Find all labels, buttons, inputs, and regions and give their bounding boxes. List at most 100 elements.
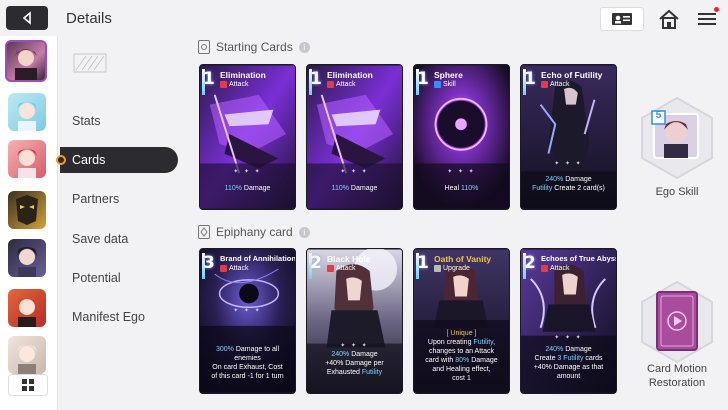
attack-type-icon [327,81,334,88]
epiphany-card-header: Epiphany card i [198,225,310,239]
card-description: 110% Damage [310,184,399,193]
card-description: Heal 110% [417,184,506,193]
starting-card[interactable]: 1 Elimination Attack ✦ ✦ ✦ 110% Damage [306,64,403,210]
nav-item-potential[interactable]: Potential [60,265,178,291]
attack-type-icon [220,81,227,88]
nav-label: Partners [72,192,120,206]
card-deck-icon [198,40,210,54]
nav-item-partners[interactable]: Partners [60,186,178,212]
card-description: 110% Damage [203,184,292,193]
ego-skill-hex-frame[interactable] [640,96,714,180]
desc-line: changes to an Attack [429,348,494,355]
desc-text: Damage [241,185,271,192]
card-type-label: Attack [550,81,570,88]
starting-card[interactable]: 1 Elimination Attack ✦ ✦ ✦ 110% Damage [199,64,296,210]
nav-item-manifest-ego[interactable]: Manifest Ego [60,304,178,330]
card-type: Attack [541,81,569,88]
epiphany-icon [198,225,210,239]
info-icon[interactable]: i [298,41,310,53]
home-button[interactable] [656,6,682,32]
card-type: Attack [541,265,569,272]
character-avatar-icon [15,49,37,80]
starting-cards-header: Starting Cards i [198,40,310,54]
desc-text: Damage to all [233,346,280,353]
section-title: Starting Cards [216,40,293,54]
desc-text: Damage [469,357,498,364]
keyword: Futility [532,185,553,192]
nav-label: Save data [72,232,129,246]
character-avatar-icon [17,149,37,178]
keyword: Futility [473,339,494,346]
section-title: Epiphany card [216,225,293,239]
card-cost: 1 [524,69,536,89]
epiphany-card[interactable]: 3 Brand of Annihilation Attack ✦ ✦ ✦ 300… [199,248,296,394]
back-arrow-icon [22,11,31,25]
nav-label: Stats [72,114,101,128]
card-cost: 1 [310,69,322,89]
character-avatar-icon [17,102,37,131]
card-type: Upgrade [434,265,470,272]
card-name: Elimination [327,70,373,80]
card-divider: ✦ ✦ ✦ [233,308,262,314]
damage-value: 240% [545,346,564,353]
card-name: Black Hole [327,254,371,264]
card-description: [ Unique ] Upon creating Futility, chang… [417,329,506,383]
damage-value: 240% [545,176,564,183]
character-portrait[interactable] [8,289,46,327]
epiphany-card[interactable]: 2 Black Hole Attack ✦ ✦ ✦ 240% Damage +4… [306,248,403,394]
card-divider: ✦ ✦ ✦ [340,343,369,349]
card-cost: 3 [203,253,215,273]
character-portrait[interactable] [8,93,46,131]
character-portrait[interactable] [8,191,46,229]
attack-type-icon [541,81,548,88]
desc-text: Create [534,355,558,362]
info-icon[interactable]: i [298,226,310,238]
character-avatar-icon [16,195,38,225]
faction-emblem-icon [73,53,107,73]
character-portrait[interactable] [8,140,46,178]
desc-text: Damage [563,346,592,353]
epiphany-card[interactable]: 1 Oath of Vanity Upgrade [ Unique ] Upon… [413,248,510,394]
card-type-label: Attack [229,265,249,272]
desc-line: of this card -1 for 1 turn [211,373,284,380]
profile-card-button[interactable] [600,7,644,31]
nav-label: Potential [72,271,121,285]
menu-button[interactable] [694,6,720,32]
character-portrait[interactable] [8,239,46,277]
desc-line: 240% Damage [524,345,613,354]
desc-line: 240% Damage [524,175,613,184]
unique-tag: [ Unique ] [446,330,477,337]
character-portrait[interactable] [8,336,46,374]
damage-value: 80% [455,357,470,364]
card-divider: ✦ ✦ ✦ [340,169,369,175]
keyword: 3 Futility [557,355,584,362]
back-button[interactable] [6,6,48,30]
nav-item-cards[interactable]: Cards [56,147,178,173]
desc-text: Damage [563,176,592,183]
nav-label: Cards [72,153,106,167]
card-motion-restoration-button[interactable] [640,280,714,364]
card-description: 300% Damage to all enemies On card Exhau… [203,345,292,381]
character-portrait-selected[interactable] [5,40,47,82]
card-divider: ✦ ✦ ✦ [554,161,583,167]
epiphany-card[interactable]: 2 Echoes of True Abyss Attack ✦ ✦ ✦ 240%… [520,248,617,394]
desc-line: card with 80% Damage [417,356,506,365]
card-name: Echo of Futility [541,70,603,80]
card-cost: 2 [310,253,322,273]
nav-item-save-data[interactable]: Save data [60,226,178,252]
card-type-label: Attack [229,81,249,88]
desc-text: Damage [349,351,378,358]
desc-line: amount [556,373,581,380]
character-portrait-list[interactable] [0,36,58,410]
card-motion-label: Card Motion Restoration [636,362,718,390]
keyword: Futility [361,369,383,376]
desc-line: 240% Damage [310,350,399,359]
starting-card[interactable]: 1 Sphere Skill ✦ ✦ ✦ Heal 110% [413,64,510,210]
nav-item-stats[interactable]: Stats [60,108,178,134]
card-cost: 1 [417,253,429,273]
card-type: Attack [220,265,248,272]
grid-view-button[interactable] [8,374,48,396]
card-type: Attack [220,81,248,88]
starting-card[interactable]: 1 Echo of Futility Attack ✦ ✦ ✦ 240% Dam… [520,64,617,210]
ego-skill-level: 5 [655,110,662,121]
